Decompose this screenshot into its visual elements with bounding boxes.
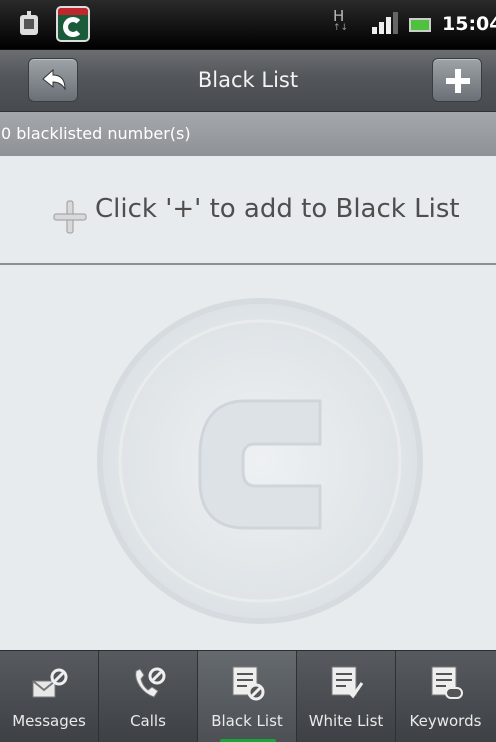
back-arrow-icon [42,68,66,91]
tab-label: White List [308,712,384,730]
tab-messages[interactable]: Messages [0,651,99,742]
list-block-icon [232,666,265,701]
add-hint-text: Click '+' to add to Black List [95,194,460,224]
keyword-list-icon [431,666,463,699]
blacklist-count: 0 blacklisted number(s) [1,124,191,143]
tab-calls[interactable]: Calls [99,651,198,742]
status-time: 15:04 [442,13,496,35]
add-hint-row[interactable]: Click '+' to add to Black List [0,156,496,265]
tab-label: Calls [130,712,166,730]
network-type-indicator: H ↑↓ [333,7,349,34]
status-bar: H ↑↓ 15:04 [0,0,496,50]
tab-keywords[interactable]: Keywords [396,651,495,742]
add-button[interactable] [432,58,482,102]
comodo-app-icon [56,6,90,42]
tab-white-list[interactable]: White List [297,651,396,742]
signal-icon [370,12,398,34]
blacklist-count-bar: 0 blacklisted number(s) [0,112,496,156]
android-debug-icon [20,11,38,35]
tab-label: Messages [12,712,86,730]
message-block-icon [32,668,68,698]
plus-icon [446,69,470,93]
comodo-logo-watermark-icon [97,298,423,624]
plus-icon [53,200,87,234]
phone-block-icon [135,667,166,698]
tab-label: Keywords [409,712,482,730]
list-check-icon [331,666,364,699]
blacklist-content: Click '+' to add to Black List [0,156,496,650]
tab-black-list[interactable]: Black List [198,651,297,742]
title-bar: Black List [0,50,496,112]
back-button[interactable] [28,58,78,102]
bottom-tab-bar: Messages Calls Black List White List Key… [0,650,496,742]
tab-label: Black List [211,712,283,730]
battery-icon [409,18,431,32]
